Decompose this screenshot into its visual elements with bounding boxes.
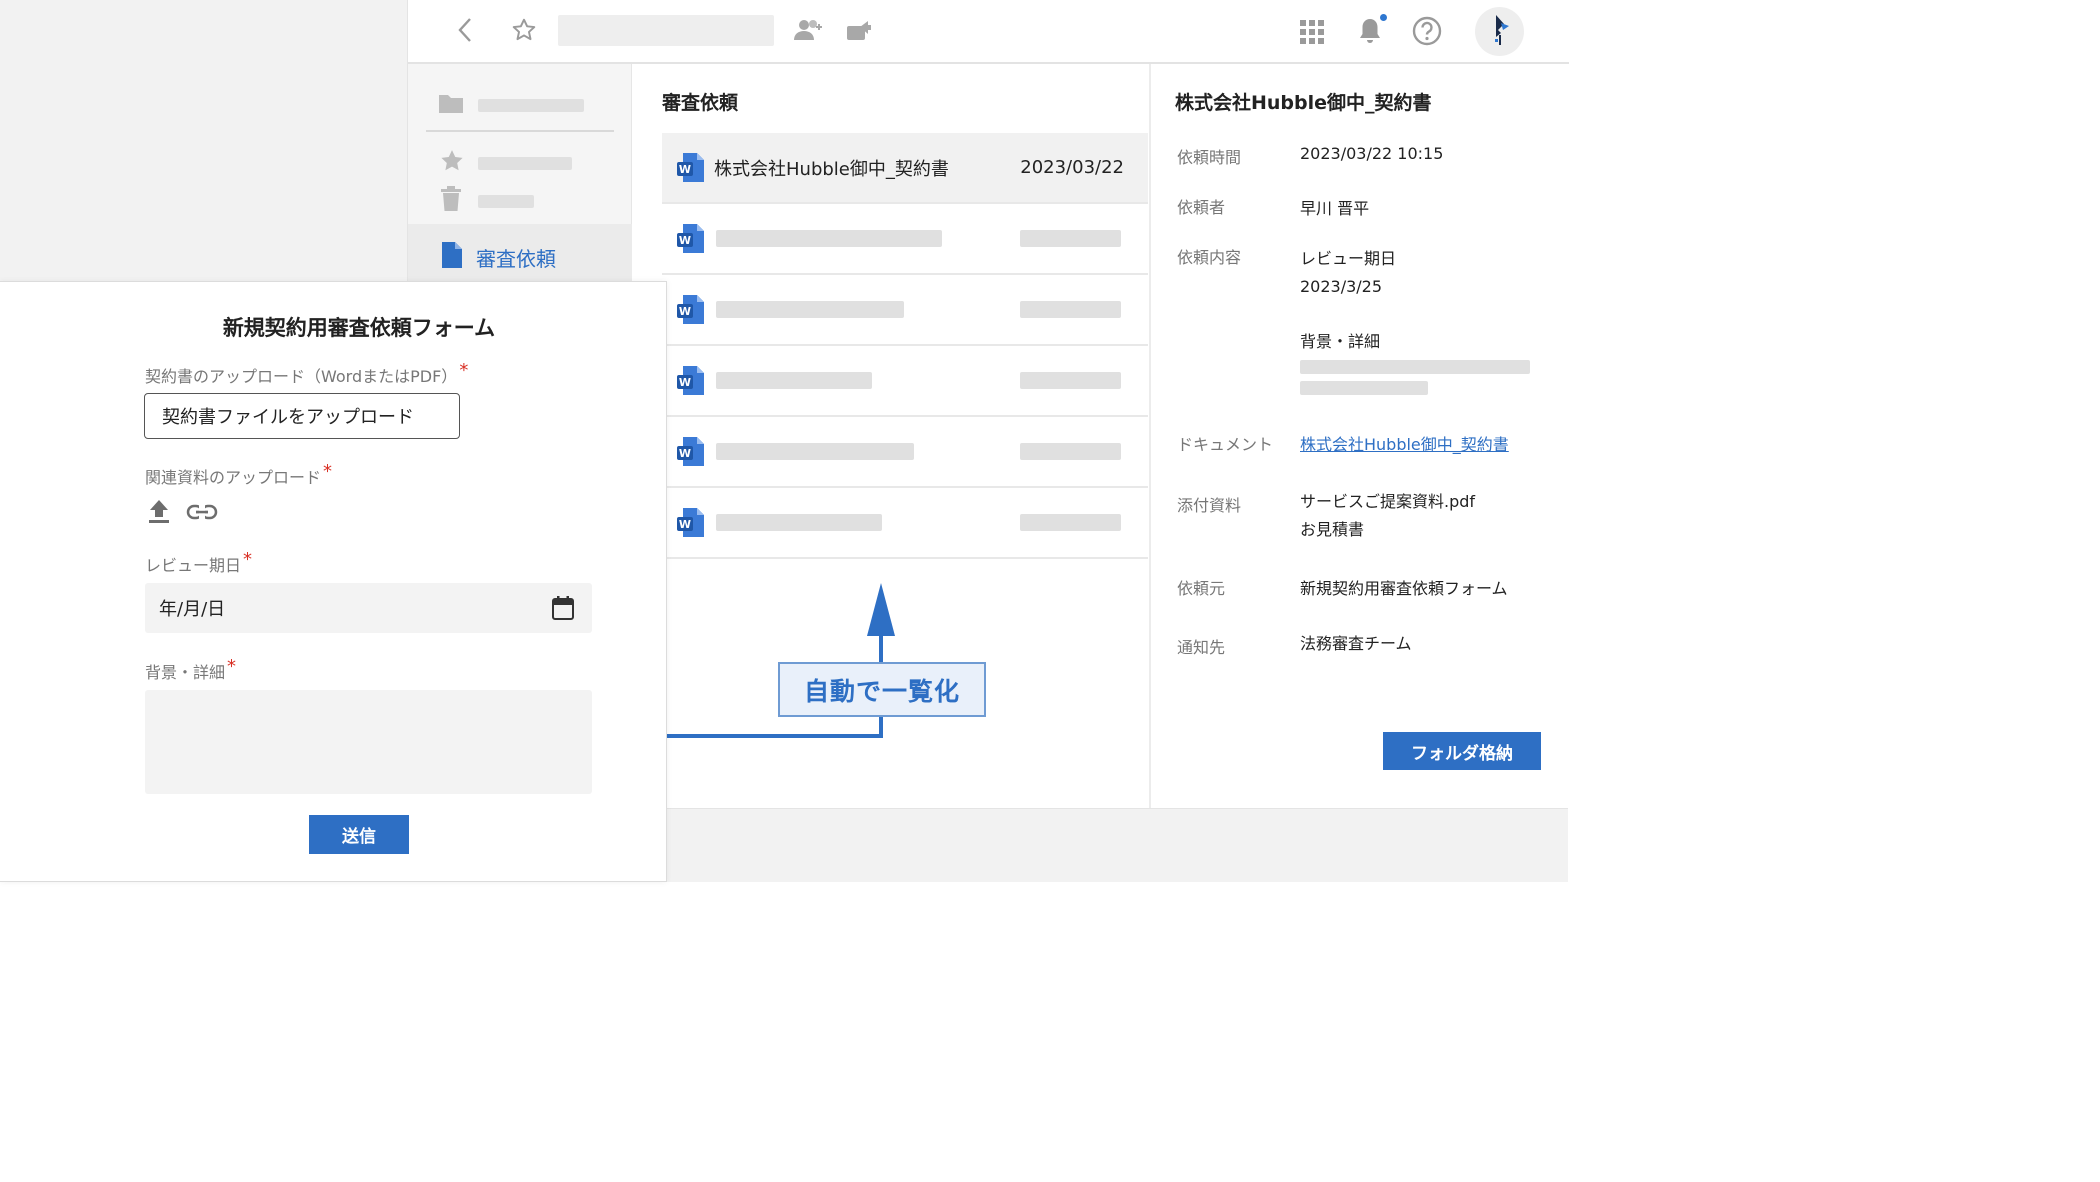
- folder-store-button[interactable]: フォルダ格納: [1383, 732, 1541, 770]
- source-value: 新規契約用審査依頼フォーム: [1300, 579, 1508, 598]
- document-link[interactable]: 株式会社Hubble御中_契約書: [1300, 431, 1509, 455]
- star-icon[interactable]: [510, 16, 538, 44]
- document-icon: [442, 242, 462, 272]
- list-item[interactable]: W 株式会社Hubble御中_契約書 2023/03/22: [662, 133, 1148, 204]
- source-label: 依頼元: [1177, 579, 1226, 598]
- sidebar-placeholder: [478, 156, 572, 170]
- request-time-label: 依頼時間: [1177, 148, 1242, 167]
- file-name-placeholder: [716, 443, 914, 460]
- background-label-text: 背景・詳細: [145, 663, 226, 682]
- help-icon[interactable]: [1411, 16, 1443, 46]
- svg-text:W: W: [679, 163, 691, 176]
- notify-value: 法務審査チーム: [1300, 634, 1412, 653]
- word-file-icon: W: [677, 366, 704, 395]
- request-time-value: 2023/03/22 10:15: [1300, 144, 1444, 163]
- attachment-item[interactable]: サービスご提案資料.pdf: [1300, 488, 1475, 512]
- svg-text:W: W: [679, 234, 691, 247]
- svg-text:W: W: [679, 447, 691, 460]
- review-date-field-label: レビュー期日 *: [145, 549, 253, 576]
- folder-icon: [438, 92, 464, 118]
- content-review-date-label: レビュー期日: [1300, 249, 1397, 268]
- file-name: 株式会社Hubble御中_契約書: [714, 158, 949, 180]
- file-name-placeholder: [716, 514, 882, 531]
- list-item[interactable]: W: [662, 204, 1148, 275]
- word-file-icon: W: [677, 508, 704, 537]
- annotation-label: 自動で一覧化: [778, 662, 986, 717]
- top-bar: [408, 0, 1569, 64]
- required-mark: *: [227, 656, 237, 677]
- trash-icon: [438, 186, 464, 216]
- notify-label: 通知先: [1177, 638, 1226, 657]
- upload-label-text: 契約書のアップロード（WordまたはPDF）: [145, 367, 458, 386]
- file-date-placeholder: [1020, 514, 1121, 531]
- sidebar-placeholder: [478, 194, 534, 208]
- word-file-icon: W: [677, 153, 704, 182]
- submit-button[interactable]: 送信: [309, 815, 409, 854]
- bell-icon[interactable]: [1356, 16, 1384, 46]
- document-label: ドキュメント: [1177, 435, 1274, 454]
- attachments-label: 添付資料: [1177, 496, 1242, 515]
- star-icon: [438, 148, 466, 178]
- avatar-logo-icon: [1487, 13, 1513, 51]
- calendar-icon[interactable]: [552, 596, 574, 625]
- sidebar-item-folders[interactable]: [438, 92, 584, 118]
- attachment-item[interactable]: お見積書: [1300, 516, 1364, 540]
- required-mark: *: [323, 461, 333, 482]
- upload-icon[interactable]: [147, 498, 171, 528]
- sidebar-placeholder: [478, 98, 584, 112]
- upload-field-label: 契約書のアップロード（WordまたはPDF） *: [145, 360, 469, 387]
- file-name-placeholder: [716, 372, 872, 389]
- file-name-placeholder: [716, 230, 942, 247]
- background-textarea[interactable]: [145, 690, 592, 794]
- sidebar-item-starred[interactable]: [438, 148, 572, 178]
- list-title: 審査依頼: [662, 92, 739, 114]
- move-icon[interactable]: [844, 16, 874, 44]
- sidebar-item-label: 審査依頼: [476, 246, 556, 271]
- detail-panel: 株式会社Hubble御中_契約書 依頼時間 2023/03/22 10:15 依…: [1149, 64, 1569, 808]
- contract-upload-button[interactable]: 契約書ファイルをアップロード: [144, 393, 460, 439]
- date-placeholder: 年/月/日: [159, 599, 226, 620]
- svg-text:W: W: [679, 376, 691, 389]
- list-item[interactable]: W: [662, 488, 1148, 559]
- required-mark: *: [459, 360, 469, 381]
- content-review-date-value: 2023/3/25: [1300, 277, 1383, 296]
- review-label-text: レビュー期日: [145, 556, 242, 575]
- link-icon[interactable]: [186, 502, 218, 526]
- avatar[interactable]: [1475, 7, 1524, 56]
- sidebar-divider: [426, 130, 614, 132]
- file-date-placeholder: [1020, 443, 1121, 460]
- requester-label: 依頼者: [1177, 198, 1226, 217]
- related-field-label: 関連資料のアップロード *: [145, 461, 333, 488]
- file-date: 2023/03/22: [1020, 157, 1124, 178]
- list-item[interactable]: W: [662, 275, 1148, 346]
- content-background-label: 背景・詳細: [1300, 332, 1381, 351]
- file-name-placeholder: [716, 301, 904, 318]
- detail-title: 株式会社Hubble御中_契約書: [1175, 92, 1432, 114]
- required-mark: *: [243, 549, 253, 570]
- file-date-placeholder: [1020, 230, 1121, 247]
- back-arrow-icon[interactable]: [452, 16, 478, 44]
- background-placeholder: [1300, 360, 1530, 374]
- list-item[interactable]: W: [662, 417, 1148, 488]
- request-form: 新規契約用審査依頼フォーム 契約書のアップロード（WordまたはPDF） * 契約…: [0, 281, 667, 882]
- title-placeholder: [558, 15, 774, 46]
- form-title: 新規契約用審査依頼フォーム: [222, 316, 496, 340]
- share-user-icon[interactable]: [792, 16, 826, 44]
- sidebar-item-trash[interactable]: [438, 186, 534, 216]
- list-item[interactable]: W: [662, 346, 1148, 417]
- review-date-input[interactable]: 年/月/日: [145, 583, 592, 633]
- apps-grid-icon[interactable]: [1298, 18, 1326, 46]
- background-field-label: 背景・詳細 *: [145, 656, 237, 683]
- word-file-icon: W: [677, 224, 704, 253]
- svg-text:W: W: [679, 518, 691, 531]
- sidebar-item-review-requests[interactable]: 審査依頼: [408, 224, 632, 286]
- notification-dot: [1380, 14, 1387, 21]
- content-label: 依頼内容: [1177, 248, 1242, 267]
- background-placeholder: [1300, 381, 1428, 395]
- file-date-placeholder: [1020, 372, 1121, 389]
- word-file-icon: W: [677, 437, 704, 466]
- related-label-text: 関連資料のアップロード: [145, 468, 322, 487]
- file-date-placeholder: [1020, 301, 1121, 318]
- requester-value: 早川 晋平: [1300, 199, 1370, 218]
